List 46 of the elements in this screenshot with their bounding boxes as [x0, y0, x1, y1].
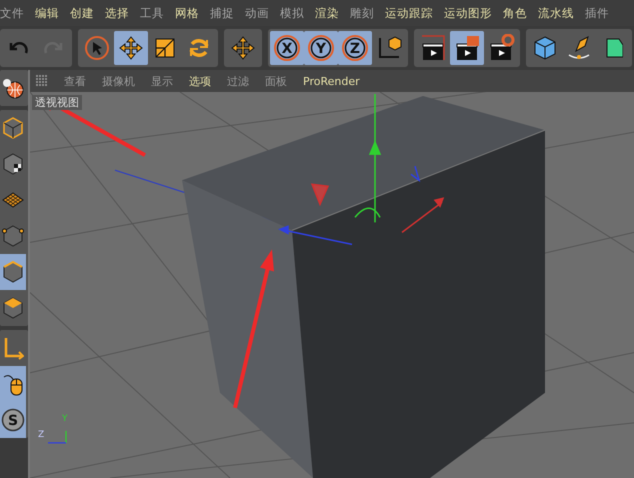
menu-item[interactable]: 工具 [140, 6, 164, 20]
rotate-icon [187, 36, 211, 60]
toolbar-button[interactable] [114, 31, 148, 65]
tool-button[interactable]: S [0, 402, 26, 438]
move-arrows-icon [230, 35, 256, 61]
grid-plane-icon [2, 190, 24, 210]
toolbar-button[interactable] [450, 31, 484, 65]
menu-item[interactable]: 运动图形 [444, 6, 492, 20]
axis-label: Y [62, 414, 68, 424]
cube-outline-icon [2, 116, 24, 140]
menu-item[interactable]: 动画 [245, 6, 269, 20]
viewport-label: 透视视图 [32, 95, 82, 110]
menu-item[interactable]: 插件 [585, 6, 609, 20]
view-menu-item[interactable]: ProRender [303, 74, 360, 88]
tool-button[interactable] [0, 254, 26, 290]
clapperboard-icon [419, 34, 447, 62]
edges-mode-icon [2, 260, 24, 284]
points-mode-icon [2, 224, 24, 248]
menu-item[interactable]: 模拟 [280, 6, 304, 20]
menu-item[interactable]: 捕捉 [210, 6, 234, 20]
view-menu-item[interactable]: 过滤 [227, 74, 249, 88]
scale-icon [153, 36, 177, 60]
menu-item[interactable]: 网格 [175, 6, 199, 20]
view-menu-item[interactable]: 选项 [189, 74, 211, 88]
snap-icon: S [1, 408, 25, 432]
menu-item[interactable]: 渲染 [315, 6, 339, 20]
pen-icon [566, 35, 592, 61]
menu-item[interactable]: 创建 [70, 6, 94, 20]
menu-item[interactable]: 流水线 [538, 6, 574, 20]
grip-icon [36, 75, 48, 87]
globe-icon [2, 77, 24, 99]
menu-item[interactable]: 编辑 [35, 6, 59, 20]
checker-cube-icon [2, 152, 24, 176]
axis-indicator [48, 430, 67, 444]
polygons-mode-icon [2, 296, 24, 320]
cursor-icon [84, 35, 110, 61]
menu-item[interactable]: 运动跟踪 [385, 6, 433, 20]
menu-item[interactable]: 雕刻 [350, 6, 374, 20]
tool-button[interactable] [0, 366, 26, 402]
axis-icon [2, 336, 24, 360]
menu-item[interactable]: 文件 [0, 6, 24, 20]
menu-item[interactable]: 角色 [503, 6, 527, 20]
cube-icon [532, 35, 558, 61]
axis-label: Z [38, 430, 44, 440]
menu-item[interactable]: 选择 [105, 6, 129, 20]
move-arrows-icon [118, 35, 144, 61]
